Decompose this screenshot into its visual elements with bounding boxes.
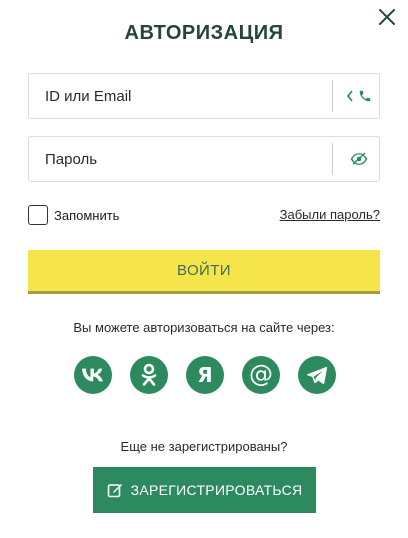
chevron-left-icon: [346, 90, 353, 102]
social-login-caption: Вы можете авторизоваться на сайте через:: [73, 320, 335, 335]
vk-login-button[interactable]: [74, 356, 112, 394]
register-button[interactable]: ЗАРЕГИСТРИРОВАТЬСЯ: [93, 467, 316, 513]
odnoklassniki-login-button[interactable]: [130, 356, 168, 394]
field-divider: [332, 143, 333, 175]
yandex-login-button[interactable]: Я: [186, 356, 224, 394]
remember-label: Запомнить: [54, 207, 120, 223]
odnoklassniki-icon: [141, 363, 157, 386]
dialog-title: АВТОРИЗАЦИЯ: [124, 22, 284, 44]
yandex-icon: Я: [197, 363, 213, 387]
remember-checkbox[interactable]: [28, 205, 48, 225]
login-field: [28, 73, 380, 119]
login-type-toggle[interactable]: [339, 74, 379, 118]
not-registered-caption: Еще не зарегистрированы?: [120, 439, 288, 454]
edit-icon: [107, 484, 122, 498]
login-button[interactable]: ВОЙТИ: [28, 250, 380, 294]
remember-me[interactable]: Запомнить: [28, 205, 119, 225]
mail-ru-icon: @: [249, 360, 273, 388]
login-input[interactable]: [29, 74, 332, 118]
password-field: [28, 136, 380, 182]
phone-icon: [359, 90, 371, 102]
telegram-icon: [307, 366, 327, 384]
telegram-login-button[interactable]: [298, 356, 336, 394]
password-input[interactable]: [29, 137, 332, 181]
field-divider: [332, 80, 333, 112]
forgot-password-link[interactable]: Забыли пароль?: [280, 207, 380, 222]
register-button-label: ЗАРЕГИСТРИРОВАТЬСЯ: [130, 482, 303, 498]
show-password-toggle[interactable]: [339, 137, 379, 181]
vk-icon: [82, 368, 103, 382]
mail-ru-login-button[interactable]: @: [242, 356, 280, 394]
social-login-list: Я @: [74, 356, 336, 394]
eye-off-icon: [350, 152, 368, 165]
